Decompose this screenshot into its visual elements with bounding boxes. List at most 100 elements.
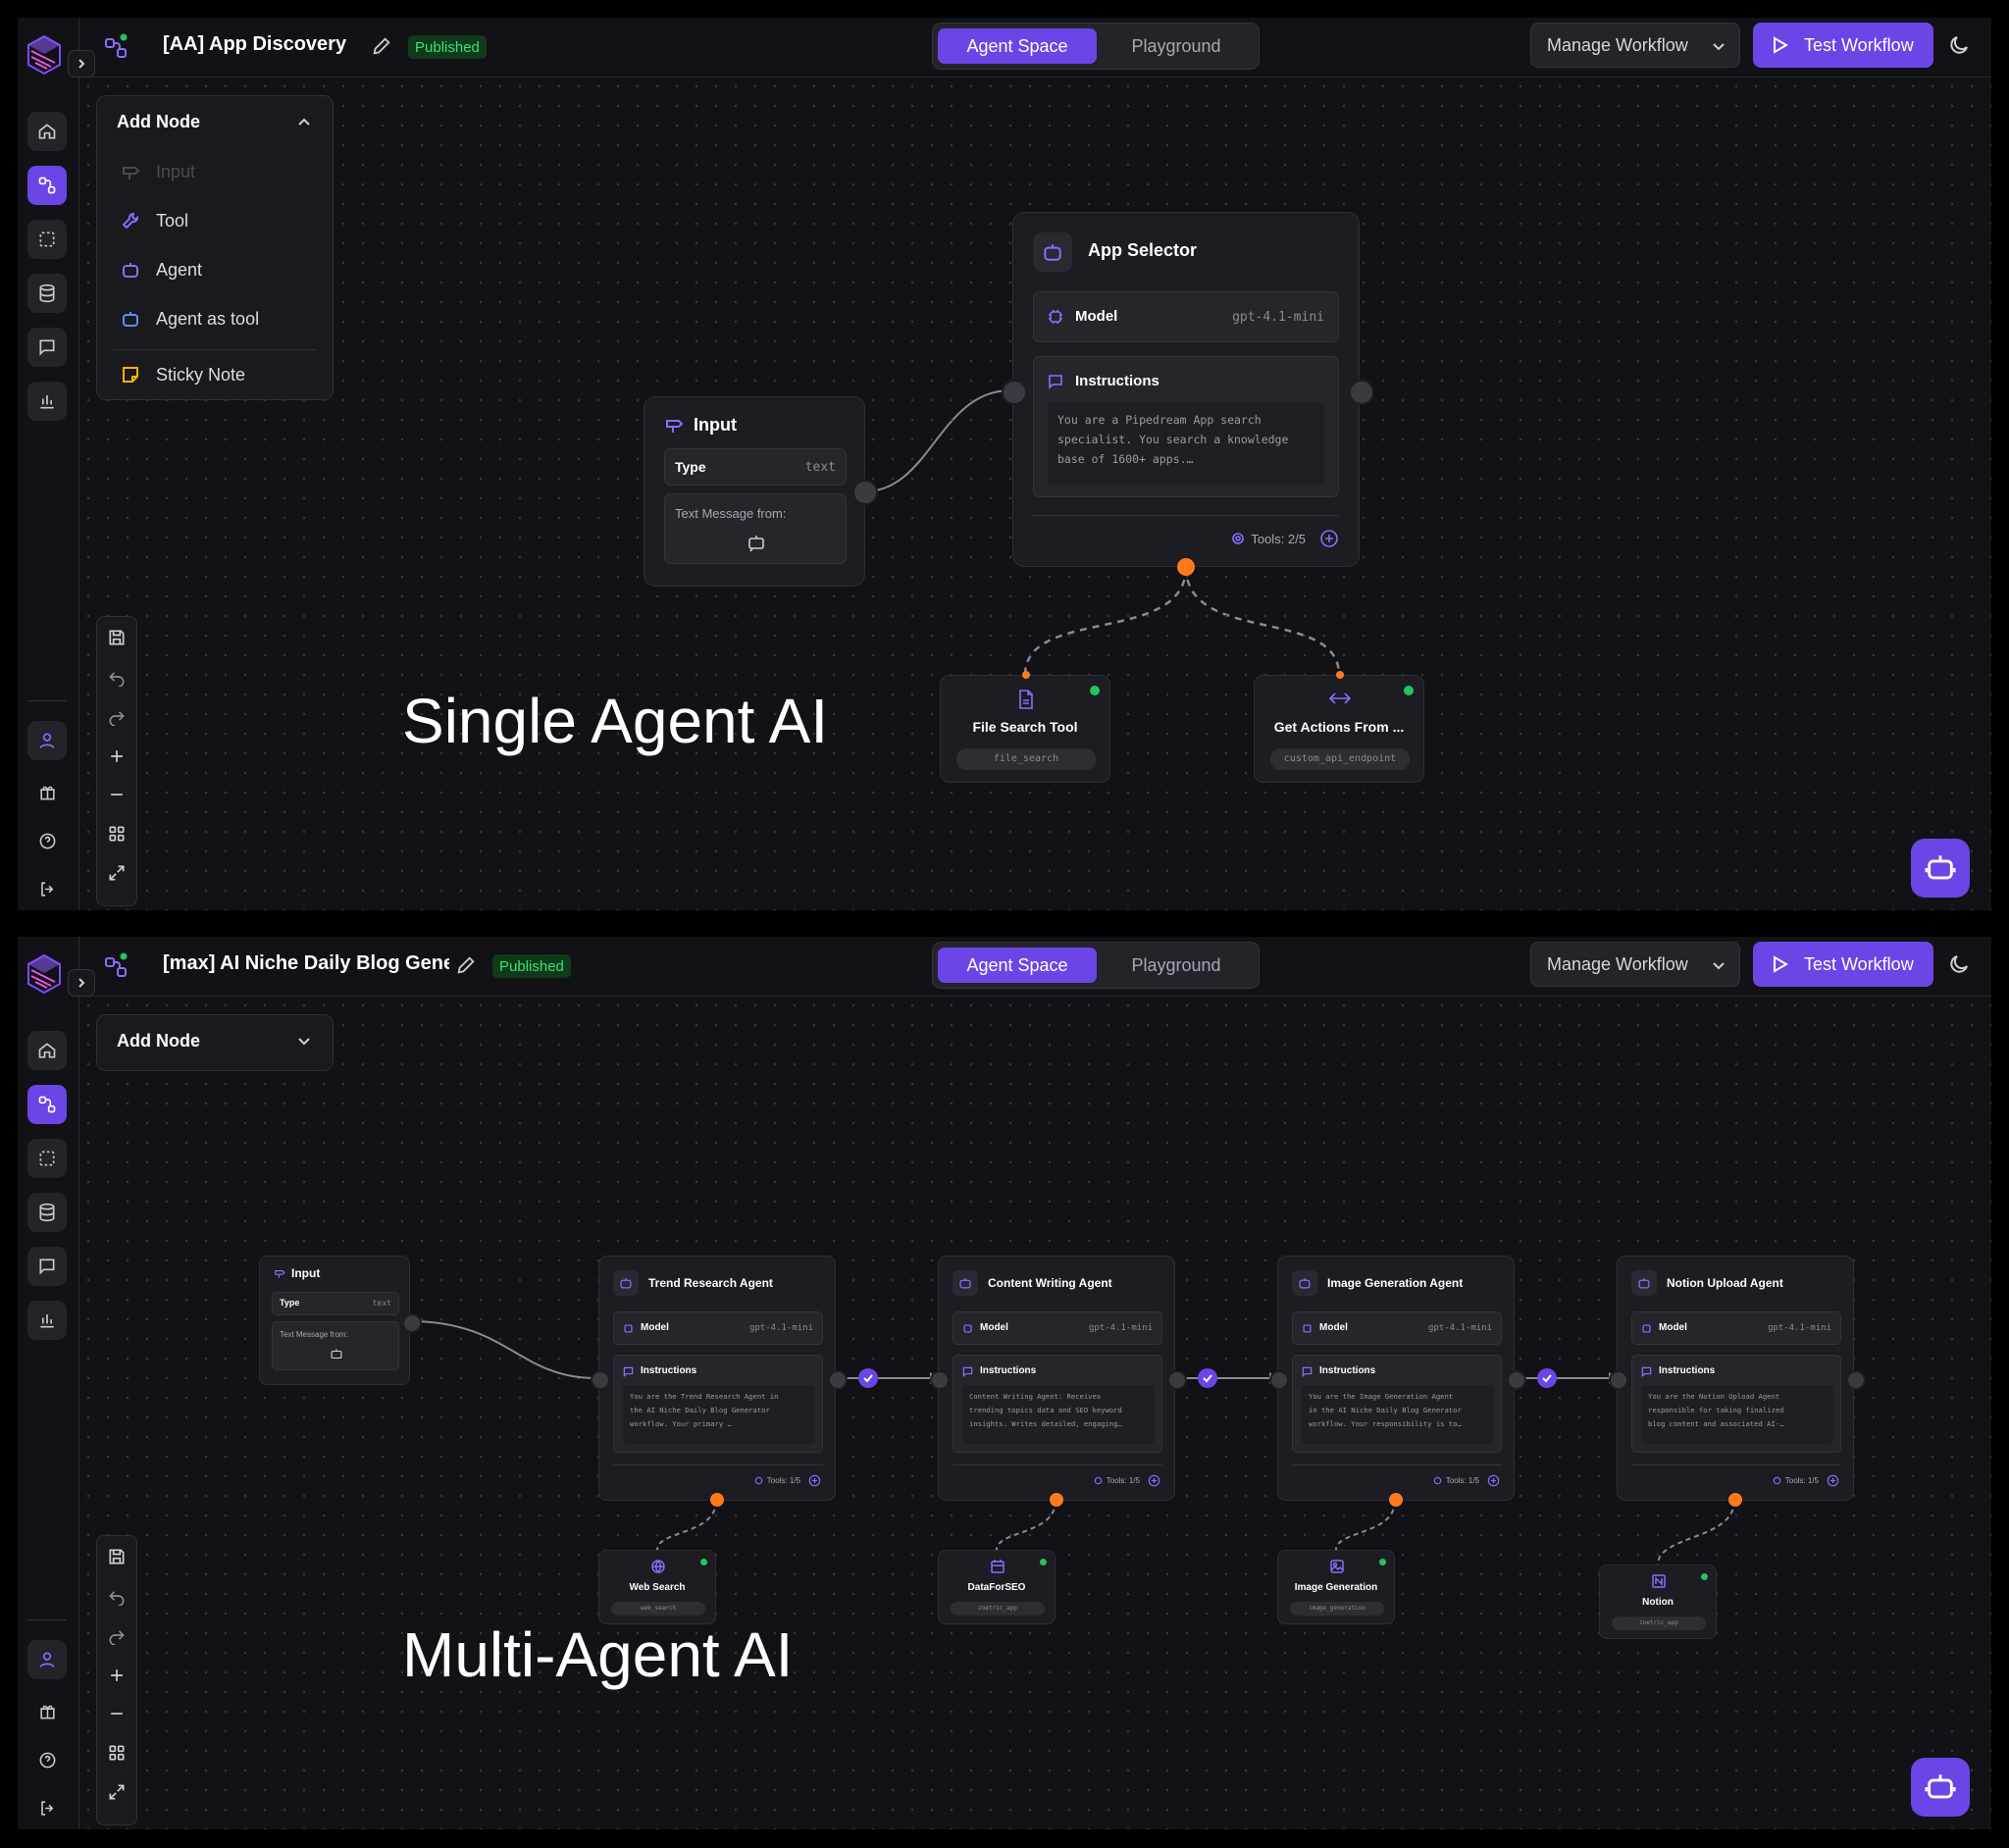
agent-node-2[interactable]: Content Writing Agent Model gpt-4.1-mini… — [938, 1256, 1175, 1501]
edit-pencil-icon[interactable] — [371, 35, 392, 57]
instructions-row[interactable]: Instructions You are a Pipedream App sea… — [1033, 356, 1339, 497]
add-node-agent-as-tool[interactable]: Agent as tool — [97, 294, 333, 343]
grid-icon[interactable] — [106, 1742, 128, 1764]
agent-output-handle[interactable] — [1846, 1370, 1866, 1390]
tool-node-3[interactable]: Image Generation image_generation — [1277, 1550, 1395, 1624]
help-icon[interactable] — [27, 1740, 67, 1779]
input-type-row[interactable]: Type text — [664, 448, 847, 486]
edit-pencil-icon[interactable] — [455, 954, 477, 976]
tool-handle[interactable] — [1728, 1493, 1742, 1507]
input-message-row[interactable]: Text Message from: — [272, 1321, 399, 1370]
add-tool-icon[interactable] — [808, 1474, 821, 1487]
add-node-toggle[interactable]: Add Node — [97, 96, 333, 147]
instructions-row[interactable]: Instructions You are the Trend Research … — [613, 1355, 823, 1453]
agent-input-handle[interactable] — [1609, 1370, 1628, 1390]
tool-handle[interactable] — [1050, 1493, 1063, 1507]
database-icon[interactable] — [27, 1193, 67, 1232]
logout-icon[interactable] — [27, 1788, 67, 1827]
add-tool-icon[interactable] — [1148, 1474, 1160, 1487]
gift-icon[interactable] — [27, 772, 67, 811]
tab-playground[interactable]: Playground — [1100, 948, 1253, 983]
model-row[interactable]: Model gpt-4.1-mini — [953, 1311, 1162, 1345]
chat-icon[interactable] — [27, 1247, 67, 1286]
tool-node-get-actions[interactable]: Get Actions From ... custom_api_endpoint — [1254, 675, 1424, 783]
zoom-in-icon[interactable] — [106, 745, 128, 767]
undo-icon[interactable] — [106, 1585, 128, 1607]
agent-output-handle[interactable] — [1507, 1370, 1526, 1390]
agent-node-app-selector[interactable]: App Selector Model gpt-4.1-mini Instruct… — [1012, 212, 1360, 567]
add-tool-icon[interactable] — [1319, 529, 1339, 548]
workflow-icon[interactable] — [27, 1085, 67, 1124]
input-node[interactable]: Input Type text Text Message from: — [644, 396, 865, 587]
agent-node-3[interactable]: Image Generation Agent Model gpt-4.1-min… — [1277, 1256, 1515, 1501]
cube-logo-icon[interactable] — [26, 33, 63, 77]
tool-node-1[interactable]: Web Search web_search — [598, 1550, 716, 1624]
agent-output-handle[interactable] — [1349, 380, 1374, 405]
sidebar-expand-button[interactable] — [68, 50, 95, 77]
add-node-menu[interactable]: Add Node — [96, 1014, 334, 1071]
undo-icon[interactable] — [106, 666, 128, 688]
agent-input-handle[interactable] — [1269, 1370, 1289, 1390]
zoom-in-icon[interactable] — [106, 1665, 128, 1686]
tool-handle[interactable] — [1389, 1493, 1403, 1507]
home-icon[interactable] — [27, 112, 67, 151]
add-node-agent[interactable]: Agent — [97, 245, 333, 294]
tab-agent-space[interactable]: Agent Space — [938, 948, 1097, 983]
instructions-row[interactable]: Instructions Content Writing Agent: Rece… — [953, 1355, 1162, 1453]
manage-workflow-dropdown[interactable]: Manage Workflow — [1530, 23, 1740, 68]
test-workflow-button[interactable]: Test Workflow — [1753, 942, 1933, 987]
add-node-tool[interactable]: Tool — [97, 196, 333, 245]
agent-node-1[interactable]: Trend Research Agent Model gpt-4.1-mini … — [598, 1256, 836, 1501]
model-row[interactable]: Model gpt-4.1-mini — [1631, 1311, 1841, 1345]
assistant-bot-button[interactable] — [1911, 1758, 1970, 1817]
zoom-out-icon[interactable] — [106, 784, 128, 805]
dark-mode-moon-icon[interactable] — [1947, 33, 1971, 57]
save-icon[interactable] — [106, 627, 128, 648]
add-tool-icon[interactable] — [1487, 1474, 1500, 1487]
agent-input-handle[interactable] — [591, 1370, 610, 1390]
add-tool-icon[interactable] — [1827, 1474, 1839, 1487]
add-node-toggle[interactable]: Add Node — [97, 1015, 333, 1066]
database-icon[interactable] — [27, 274, 67, 313]
dark-mode-moon-icon[interactable] — [1947, 952, 1971, 976]
tool-node-file-search[interactable]: File Search Tool file_search — [940, 675, 1110, 783]
home-icon[interactable] — [27, 1031, 67, 1070]
input-output-handle[interactable] — [852, 480, 878, 505]
agent-node-4[interactable]: Notion Upload Agent Model gpt-4.1-mini I… — [1617, 1256, 1854, 1501]
logout-icon[interactable] — [27, 869, 67, 908]
tool-node-4[interactable]: Notion zoetric_app — [1599, 1565, 1717, 1639]
manage-workflow-dropdown[interactable]: Manage Workflow — [1530, 942, 1740, 987]
tool-handle[interactable] — [1177, 558, 1195, 576]
sidebar-expand-button[interactable] — [68, 969, 95, 997]
user-icon[interactable] — [27, 721, 67, 760]
tab-playground[interactable]: Playground — [1100, 28, 1253, 64]
select-icon[interactable] — [27, 220, 67, 259]
workflow-icon[interactable] — [27, 166, 67, 205]
test-workflow-button[interactable]: Test Workflow — [1753, 23, 1933, 68]
connection-check-icon[interactable] — [1198, 1368, 1217, 1388]
assistant-bot-button[interactable] — [1911, 839, 1970, 898]
input-message-row[interactable]: Text Message from: — [664, 493, 847, 564]
zoom-out-icon[interactable] — [106, 1703, 128, 1724]
help-icon[interactable] — [27, 821, 67, 860]
bar-chart-icon[interactable] — [27, 382, 67, 421]
fit-view-icon[interactable] — [106, 1781, 128, 1803]
fit-view-icon[interactable] — [106, 862, 128, 884]
select-icon[interactable] — [27, 1139, 67, 1178]
gift-icon[interactable] — [27, 1691, 67, 1730]
bar-chart-icon[interactable] — [27, 1301, 67, 1340]
connection-check-icon[interactable] — [1537, 1368, 1557, 1388]
grid-icon[interactable] — [106, 823, 128, 845]
chat-icon[interactable] — [27, 328, 67, 367]
cube-logo-icon[interactable] — [26, 952, 63, 996]
tool-node-2[interactable]: DataForSEO zoetric_app — [938, 1550, 1056, 1624]
redo-icon[interactable] — [106, 1624, 128, 1646]
input-node[interactable]: Input Type text Text Message from: — [259, 1256, 410, 1385]
instructions-row[interactable]: Instructions You are the Image Generatio… — [1292, 1355, 1502, 1453]
model-row[interactable]: Model gpt-4.1-mini — [1033, 291, 1339, 342]
redo-icon[interactable] — [106, 705, 128, 727]
agent-output-handle[interactable] — [1167, 1370, 1187, 1390]
user-icon[interactable] — [27, 1640, 67, 1679]
tab-agent-space[interactable]: Agent Space — [938, 28, 1097, 64]
model-row[interactable]: Model gpt-4.1-mini — [613, 1311, 823, 1345]
